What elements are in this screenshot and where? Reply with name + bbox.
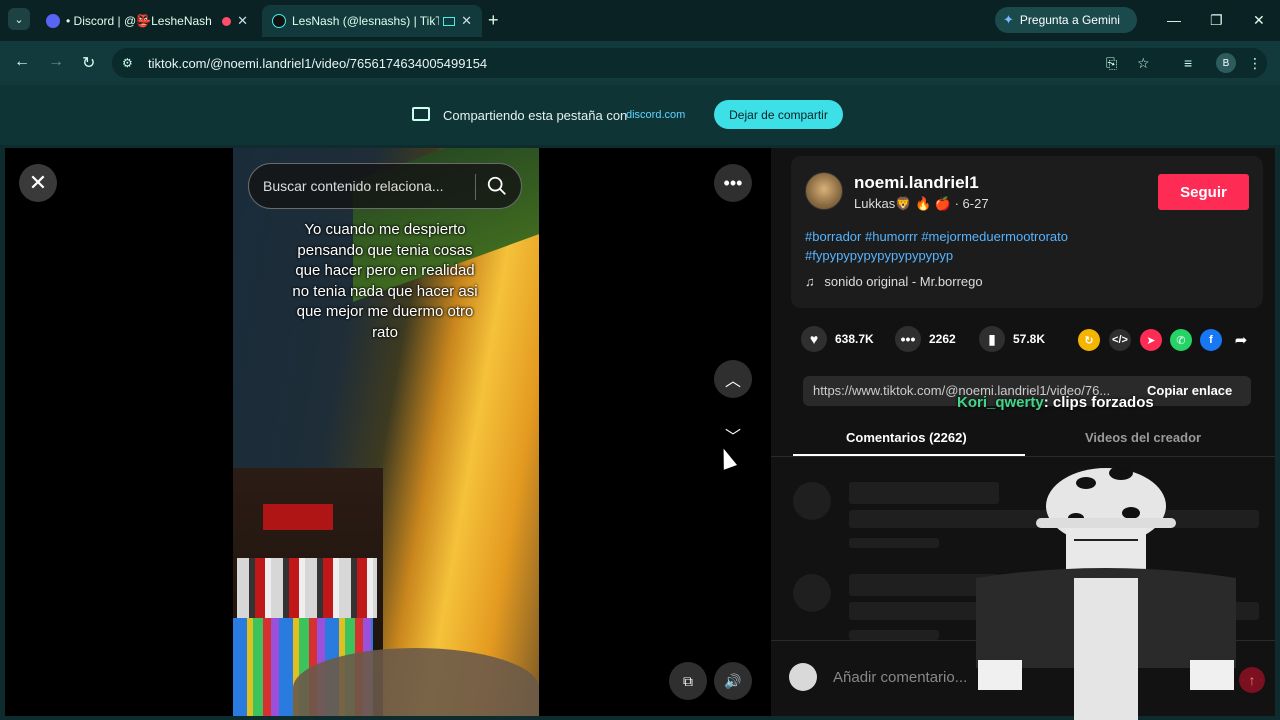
facebook-icon[interactable]: f	[1200, 329, 1222, 351]
sharing-text: Compartiendo esta pestaña con	[443, 108, 628, 123]
screen-share-icon	[412, 107, 430, 121]
video-scene-items	[237, 558, 377, 618]
video-caption: Yo cuando me despierto pensando que teni…	[292, 221, 478, 341]
like-count: 638.7K	[835, 332, 874, 346]
chat-message: : clips forzados	[1043, 394, 1154, 411]
video-scene-blanket	[293, 648, 539, 716]
comment-icon[interactable]: •••	[895, 326, 921, 352]
tab-sharing-bar: Compartiendo esta pestaña con discord.co…	[0, 85, 1280, 145]
next-video-icon[interactable]: ﹀	[714, 416, 752, 454]
comment-stat[interactable]: ••• 2262	[895, 326, 956, 352]
previous-video-icon[interactable]: ︿	[714, 360, 752, 398]
comment-skeleton-line	[849, 538, 939, 548]
video-info-card: noemi.landriel1 Lukkas🦁 🔥 🍎 · 6-27 Segui…	[791, 156, 1263, 308]
bookmark-star-icon[interactable]: ☆	[1137, 55, 1150, 72]
reload-icon[interactable]: ↻	[82, 53, 95, 73]
follow-button[interactable]: Seguir	[1158, 174, 1249, 210]
author-subtitle: Lukkas🦁 🔥 🍎 · 6-27	[854, 196, 989, 211]
repost-icon[interactable]: ↻	[1078, 329, 1100, 351]
embed-icon[interactable]: </>	[1109, 329, 1131, 351]
streamer-avatar-overlay	[976, 466, 1236, 720]
close-window-icon[interactable]: ✕	[1253, 12, 1265, 29]
site-info-icon[interactable]: ⚙	[122, 56, 133, 70]
author-username[interactable]: noemi.landriel1	[854, 173, 979, 193]
profile-avatar[interactable]: B	[1216, 53, 1236, 73]
gemini-button[interactable]: ✦ Pregunta a Gemini	[995, 7, 1137, 33]
sharing-domain: discord.com	[626, 109, 686, 121]
music-note-icon: ♫	[805, 274, 815, 289]
heart-icon[interactable]: ♥	[801, 326, 827, 352]
new-tab-button[interactable]: +	[488, 10, 499, 31]
comment-count: 2262	[929, 332, 956, 346]
whatsapp-icon[interactable]: ✆	[1170, 329, 1192, 351]
volume-icon[interactable]: 🔊	[714, 662, 752, 700]
tiktok-icon	[272, 14, 286, 28]
url-text[interactable]: tiktok.com/@noemi.landriel1/video/765617…	[148, 56, 487, 71]
minimize-icon[interactable]: —	[1167, 12, 1181, 28]
like-stat[interactable]: ♥ 638.7K	[801, 326, 874, 352]
url-bar[interactable]: ⚙ tiktok.com/@noemi.landriel1/video/7656…	[112, 48, 1267, 78]
close-tab-icon[interactable]: ✕	[237, 13, 248, 29]
floating-player-icon[interactable]: ⧉	[669, 662, 707, 700]
user-avatar	[789, 663, 817, 691]
save-stat[interactable]: ▮ 57.8K	[979, 326, 1045, 352]
forward-icon[interactable]: →	[48, 53, 64, 71]
maximize-icon[interactable]: ❐	[1210, 12, 1223, 29]
author-avatar[interactable]	[805, 172, 843, 210]
video-hashtags[interactable]: #borrador #humorrr #mejormeduermootrorat…	[805, 228, 1105, 265]
comment-skeleton-avatar	[793, 482, 831, 520]
gemini-label: Pregunta a Gemini	[1019, 13, 1120, 27]
stream-chat-overlay: Kori_qwerty: clips forzados	[957, 394, 1154, 411]
save-count: 57.8K	[1013, 332, 1046, 346]
video-scene-red-box	[263, 504, 333, 530]
related-search-box[interactable]: Buscar contenido relaciona...	[248, 163, 522, 209]
address-bar-row: ← → ↻ ⚙ tiktok.com/@noemi.landriel1/vide…	[0, 41, 1280, 85]
browser-tab-strip: ⌄ • Discord | @👺LesheNash ✕ LesNash (@le…	[0, 0, 1280, 41]
share-arrow-icon[interactable]: ➦	[1230, 329, 1252, 351]
translate-icon[interactable]: ⎘	[1106, 55, 1117, 72]
search-input[interactable]: Buscar contenido relaciona...	[263, 178, 444, 194]
bookmark-icon[interactable]: ▮	[979, 326, 1005, 352]
tab-title: LesNash (@lesnashs) | TikTok	[292, 14, 440, 28]
back-icon[interactable]: ←	[14, 53, 30, 71]
tab-comments[interactable]: Comentarios (2262)	[846, 430, 967, 445]
close-tab-icon[interactable]: ✕	[461, 13, 472, 29]
close-video-button[interactable]: ✕	[19, 164, 57, 202]
tab-tiktok[interactable]: LesNash (@lesnashs) | TikTok ✕	[262, 5, 482, 37]
copy-link-button[interactable]: Copiar enlace	[1147, 383, 1232, 398]
cast-icon	[443, 16, 456, 26]
media-controls-icon[interactable]: ≡	[1184, 55, 1192, 71]
video-player-area: Yo cuando me despierto pensando que teni…	[5, 148, 771, 716]
sound-label: sonido original - Mr.borrego	[824, 274, 983, 289]
tab-title: • Discord | @👺LesheNash	[66, 14, 212, 28]
recording-icon	[222, 16, 232, 26]
search-divider	[475, 174, 476, 200]
menu-kebab-icon[interactable]: ⋮	[1248, 55, 1262, 72]
tab-search-dropdown[interactable]: ⌄	[8, 8, 30, 30]
send-to-friends-icon[interactable]: ➤	[1140, 329, 1162, 351]
comment-skeleton-avatar	[793, 574, 831, 612]
tab-discord[interactable]: • Discord | @👺LesheNash ✕	[36, 5, 258, 37]
more-options-icon[interactable]: •••	[714, 164, 752, 202]
stop-sharing-button[interactable]: Dejar de compartir	[714, 100, 843, 129]
gemini-icon: ✦	[1003, 12, 1014, 27]
chat-username: Kori_qwerty	[957, 394, 1044, 411]
discord-icon	[46, 14, 60, 28]
sound-link[interactable]: ♫ sonido original - Mr.borrego	[805, 274, 983, 289]
search-icon[interactable]	[486, 175, 508, 197]
comment-skeleton-line	[849, 630, 939, 640]
